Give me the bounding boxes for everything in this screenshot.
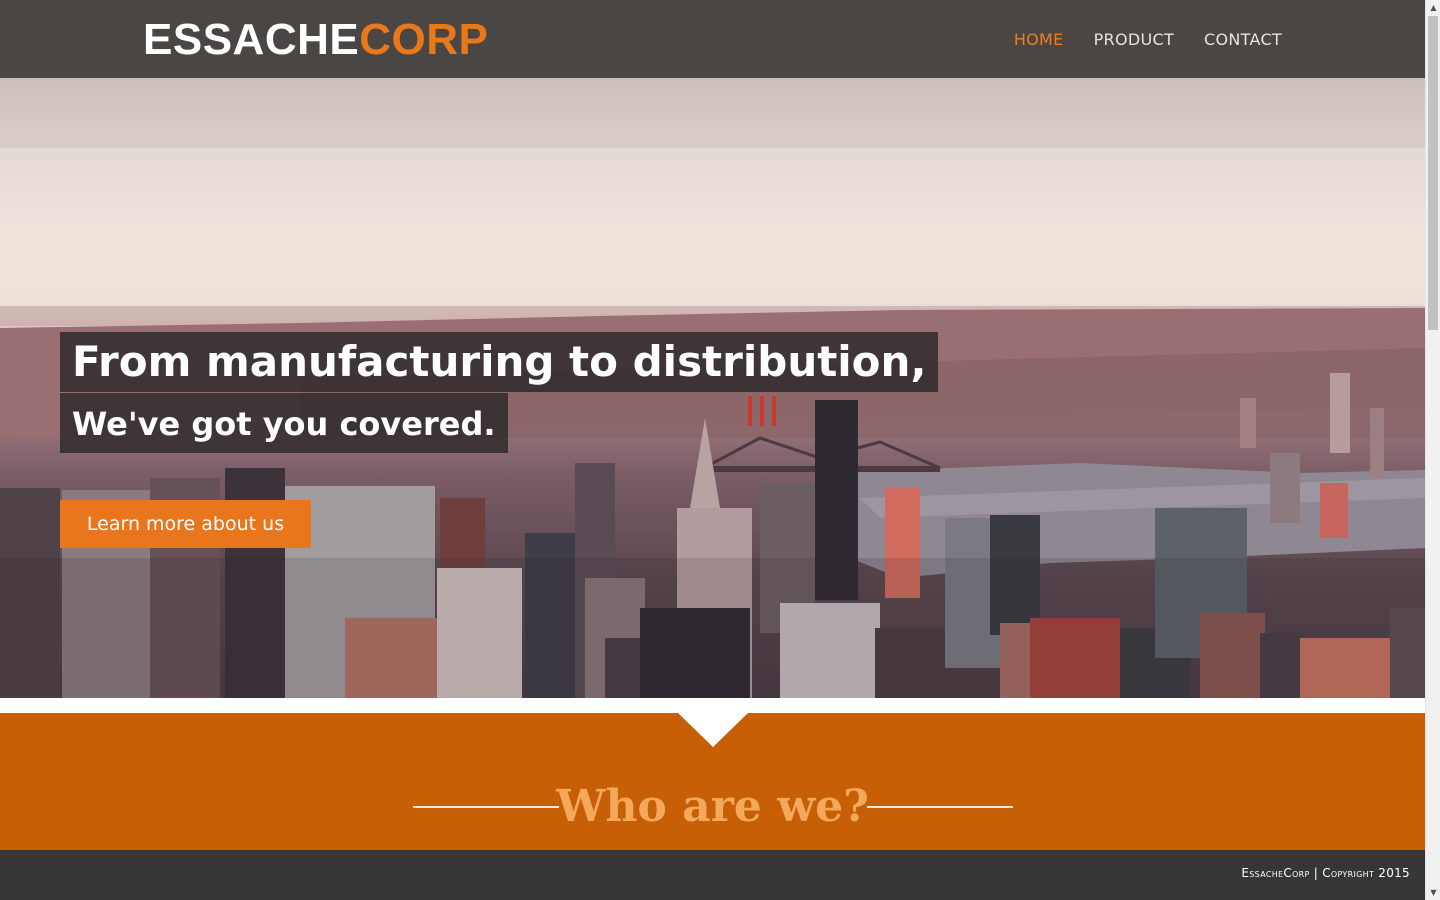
copyright-text: EssacheCorp | Copyright 2015 — [1241, 866, 1410, 880]
footer: EssacheCorp | Copyright 2015 — [0, 850, 1425, 900]
who-are-we-section: Who are we? — [0, 713, 1425, 850]
hero-banner: From manufacturing to distribution, We'v… — [0, 78, 1425, 698]
main-nav: HOME PRODUCT CONTACT — [1014, 28, 1282, 52]
hero-headline: From manufacturing to distribution, — [60, 332, 939, 392]
logo-text-primary: ESSACHE — [143, 15, 360, 64]
hero-subheadline: We've got you covered. — [60, 393, 508, 453]
title-divider-right — [867, 806, 1013, 808]
learn-more-button[interactable]: Learn more about us — [60, 500, 311, 548]
logo-text-accent: CORP — [359, 15, 489, 64]
scrollbar-thumb[interactable] — [1428, 16, 1438, 330]
top-navbar: ESSACHECORP HOME PRODUCT CONTACT — [0, 0, 1425, 78]
notch-down-icon — [678, 713, 748, 747]
nav-contact-link[interactable]: CONTACT — [1204, 28, 1282, 52]
logo[interactable]: ESSACHECORP — [143, 14, 488, 66]
section-title: Who are we? — [556, 781, 869, 832]
triangle-down-icon[interactable]: ▼ — [1426, 885, 1440, 900]
page-scrollbar[interactable]: ▲ ▼ — [1425, 0, 1440, 900]
nav-home-link[interactable]: HOME — [1014, 28, 1064, 52]
nav-product-link[interactable]: PRODUCT — [1094, 28, 1174, 52]
triangle-up-icon[interactable]: ▲ — [1426, 0, 1440, 15]
